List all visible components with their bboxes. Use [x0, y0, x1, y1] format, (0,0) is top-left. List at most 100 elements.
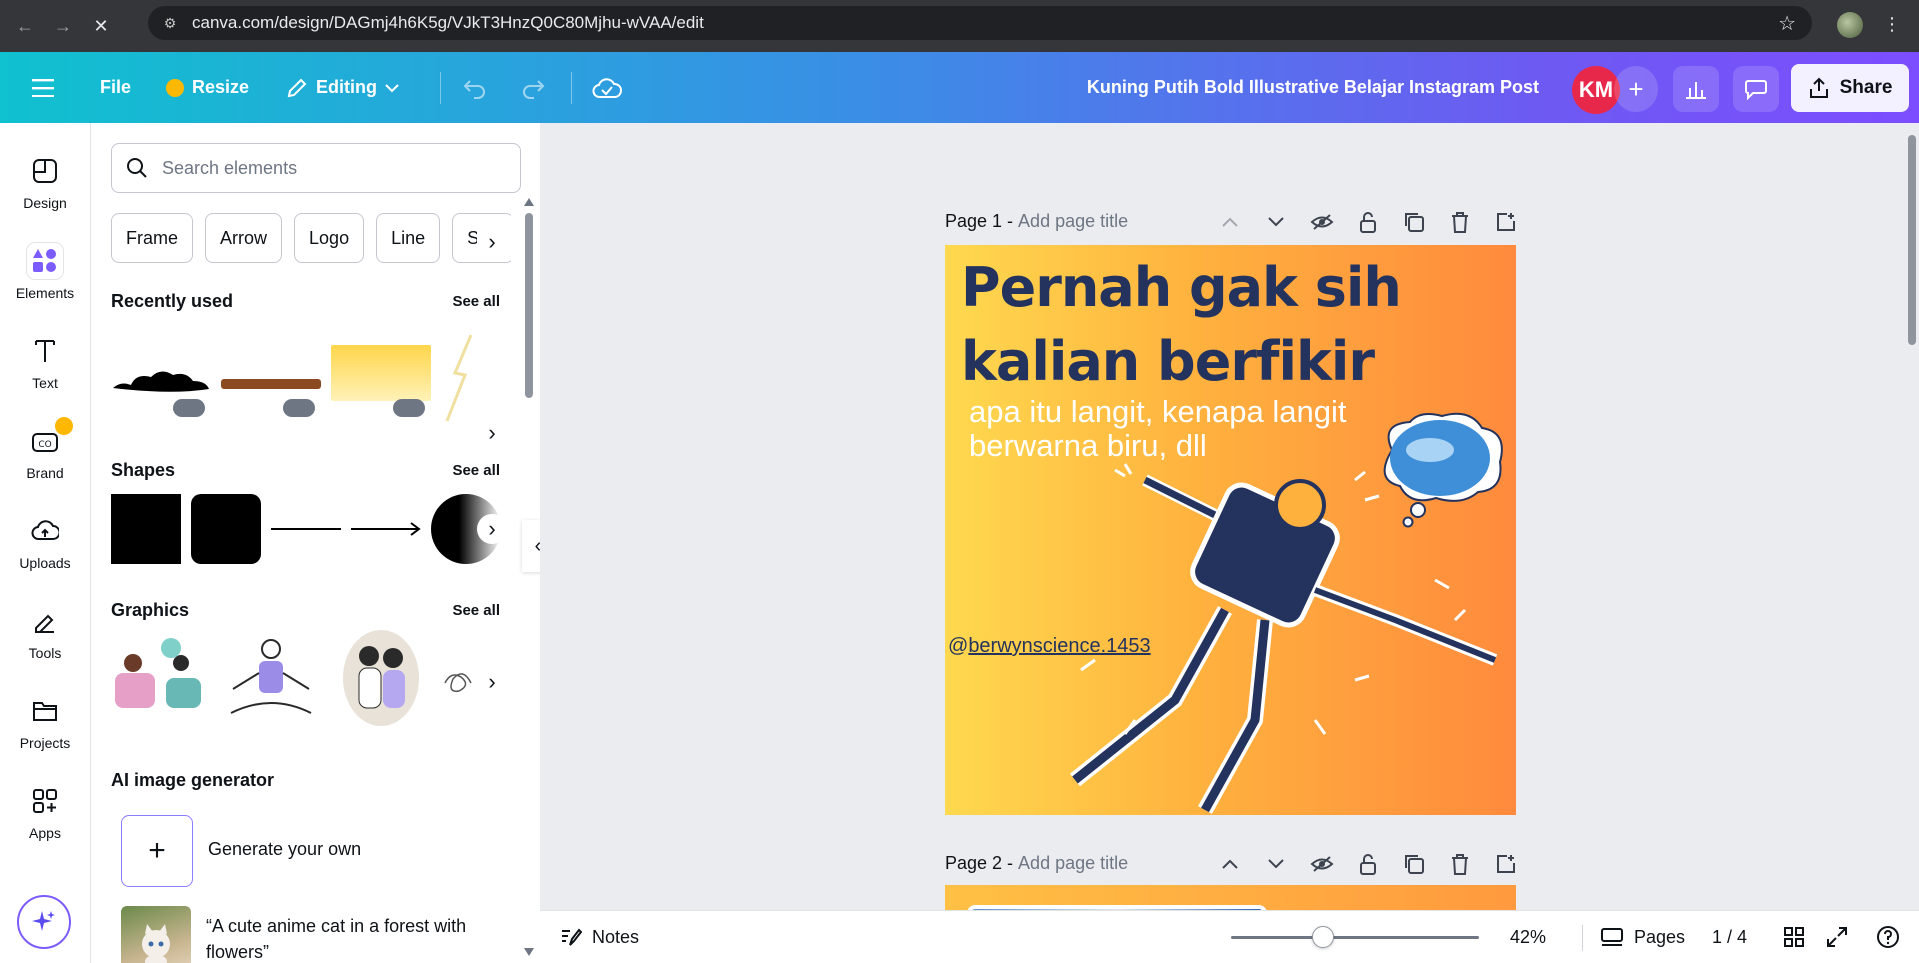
recent-lightning[interactable] [441, 333, 481, 423]
stop-loading-icon[interactable]: ✕ [86, 11, 116, 41]
headline-line-1[interactable]: Pernah gak sih [961, 251, 1402, 325]
page1-title-input[interactable]: Add page title [1018, 211, 1128, 232]
move-page-down-icon[interactable] [1262, 850, 1290, 878]
shapes-next-icon[interactable]: › [477, 514, 507, 544]
design-page-1[interactable]: Pernah gak sih kalian berfikir apa itu l… [945, 245, 1516, 815]
chip-frame[interactable]: Frame [111, 213, 194, 263]
duplicate-page-icon[interactable] [1400, 850, 1428, 878]
headline-line-2[interactable]: kalian berfikir [961, 325, 1401, 399]
rail-item-elements[interactable]: Elements [0, 243, 90, 301]
panel-scrollbar[interactable] [524, 198, 534, 958]
hide-page-icon[interactable] [1308, 208, 1336, 236]
ai-prompt-example[interactable]: “A cute anime cat in a forest with flowe… [206, 913, 506, 963]
generate-your-own-button[interactable]: + [121, 815, 193, 887]
pages-button[interactable]: Pages [1600, 927, 1685, 948]
move-page-up-icon[interactable] [1216, 850, 1244, 878]
graphics-see-all[interactable]: See all [452, 602, 500, 619]
browser-menu-icon[interactable]: ⋮ [1883, 14, 1901, 35]
shape-line[interactable] [271, 528, 341, 530]
recent-yellow-sky[interactable] [331, 345, 431, 417]
shapes-see-all[interactable]: See all [452, 462, 500, 479]
rail-item-tools[interactable]: Tools [0, 603, 90, 661]
recent-wood-plank[interactable] [221, 343, 321, 417]
design-headline[interactable]: Pernah gak sih kalian berfikir [961, 251, 1402, 399]
panel-scroll-thumb[interactable] [525, 213, 533, 398]
comments-button[interactable] [1733, 66, 1779, 112]
forward-icon[interactable]: → [48, 11, 78, 41]
browser-profile-avatar[interactable] [1837, 12, 1863, 38]
canvas-scrollbar[interactable] [1905, 123, 1919, 910]
chips-next-icon[interactable]: › [477, 227, 507, 257]
rail-item-apps[interactable]: Apps [0, 783, 90, 841]
add-page-icon[interactable] [1492, 208, 1520, 236]
zoom-percent[interactable]: 42% [1510, 927, 1546, 948]
redo-button[interactable] [520, 77, 546, 99]
hide-page-icon[interactable] [1308, 850, 1336, 878]
move-page-down-icon[interactable] [1262, 208, 1290, 236]
design-subline[interactable]: apa itu langit, kenapa langit berwarna b… [969, 395, 1389, 463]
invite-button[interactable]: + [1614, 66, 1658, 112]
scroll-down-icon[interactable] [524, 948, 534, 958]
scroll-up-icon[interactable] [524, 198, 534, 208]
rail-item-uploads[interactable]: Uploads [0, 513, 90, 571]
page2-title-input[interactable]: Add page title [1018, 853, 1128, 874]
chip-logo[interactable]: Logo [294, 213, 365, 263]
bookmark-star-icon[interactable]: ☆ [1778, 11, 1796, 36]
canvas-scroll-thumb[interactable] [1908, 135, 1916, 345]
anime-cat-thumbnail[interactable] [121, 906, 191, 963]
delete-page-icon[interactable] [1446, 850, 1474, 878]
rail-item-design[interactable]: Design [0, 153, 90, 211]
undo-icon [462, 77, 488, 99]
search-elements-input[interactable]: Search elements [111, 143, 521, 193]
fullscreen-button[interactable] [1826, 926, 1848, 948]
main-menu-button[interactable] [32, 78, 54, 97]
editing-mode-button[interactable]: Editing [286, 77, 399, 99]
url-text[interactable]: canva.com/design/DAGmj4h6K5g/VJkT3HnzQ0C… [192, 13, 704, 33]
shape-square[interactable] [111, 494, 181, 564]
back-icon[interactable]: ← [10, 11, 40, 41]
duplicate-page-icon[interactable] [1400, 208, 1428, 236]
design-page-2[interactable] [945, 885, 1516, 910]
shape-arrow[interactable] [351, 519, 421, 539]
rail-item-brand[interactable]: CO Brand [0, 417, 90, 481]
instagram-handle[interactable]: @berwynscience.1453 [948, 635, 1151, 658]
divider [571, 72, 572, 104]
share-button[interactable]: Share [1791, 64, 1909, 112]
graphic-couple[interactable] [331, 628, 431, 728]
zoom-slider-handle[interactable] [1312, 926, 1334, 948]
insights-button[interactable] [1673, 66, 1719, 112]
add-page-icon[interactable] [1492, 850, 1520, 878]
magic-assistant-button[interactable] [17, 895, 71, 949]
recent-cloud-silhouette[interactable] [111, 343, 211, 417]
site-settings-icon[interactable]: ⚙ [160, 13, 180, 33]
notes-button[interactable]: Notes [560, 927, 639, 948]
move-page-up-icon[interactable] [1216, 208, 1244, 236]
resize-button[interactable]: Resize [166, 77, 249, 98]
zoom-slider-track[interactable] [1231, 936, 1479, 939]
save-status-button[interactable] [592, 77, 622, 99]
handle-text[interactable]: berwynscience.1453 [968, 635, 1150, 657]
rail-item-projects[interactable]: Projects [0, 693, 90, 751]
page-counter[interactable]: 1 / 4 [1712, 927, 1747, 948]
grid-view-button[interactable] [1783, 926, 1805, 948]
rail-item-text[interactable]: Text [0, 333, 90, 391]
lock-page-icon[interactable] [1354, 208, 1382, 236]
recently-used-see-all[interactable]: See all [452, 293, 500, 310]
graphic-therapy-session[interactable] [111, 633, 211, 728]
generate-your-own-label[interactable]: Generate your own [208, 839, 361, 860]
user-avatar[interactable]: KM [1572, 66, 1620, 114]
graphic-meditation[interactable] [221, 633, 321, 728]
delete-page-icon[interactable] [1446, 208, 1474, 236]
help-button[interactable] [1876, 925, 1900, 949]
undo-button[interactable] [462, 77, 488, 99]
design-title[interactable]: Kuning Putih Bold Illustrative Belajar I… [1087, 77, 1539, 98]
address-bar[interactable]: ⚙ canva.com/design/DAGmj4h6K5g/VJkT3HnzQ… [148, 6, 1812, 40]
graphics-next-icon[interactable]: › [477, 667, 507, 697]
chip-arrow[interactable]: Arrow [205, 213, 283, 263]
graphic-scribble[interactable] [441, 653, 481, 713]
lock-page-icon[interactable] [1354, 850, 1382, 878]
recent-next-icon[interactable]: › [477, 418, 507, 448]
shape-rounded-square[interactable] [191, 494, 261, 564]
chip-line[interactable]: Line [376, 213, 441, 263]
file-menu-button[interactable]: File [100, 77, 131, 98]
